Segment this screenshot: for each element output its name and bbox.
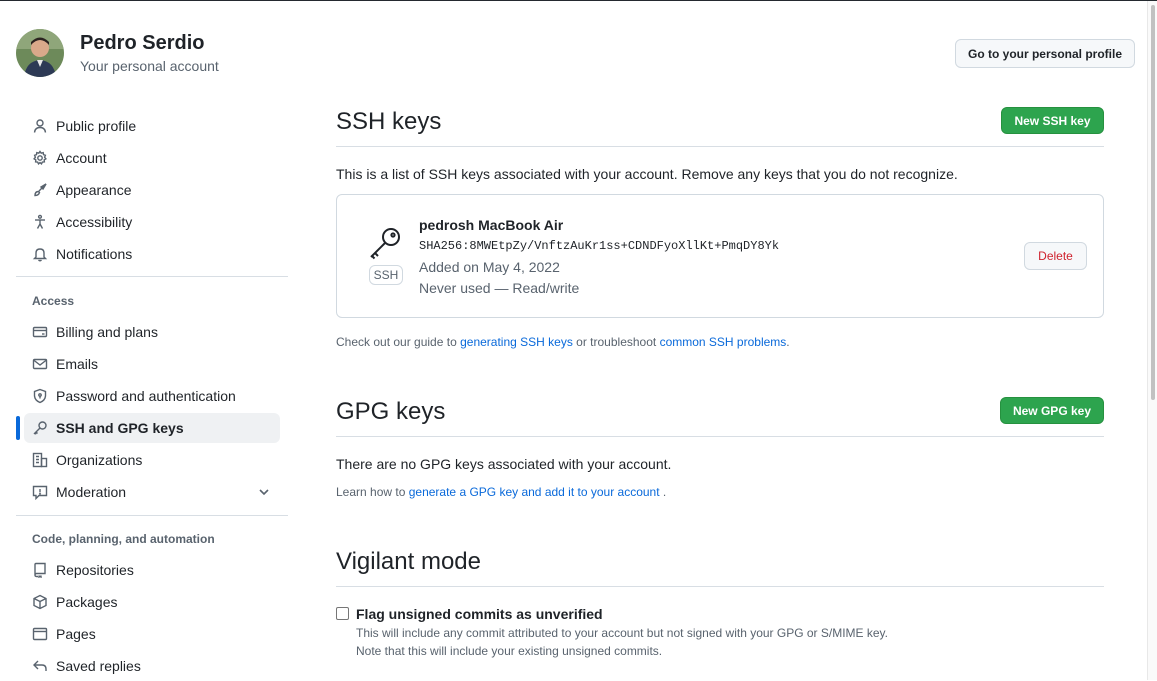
section-divider — [336, 586, 1104, 587]
ssh-key-fingerprint: SHA256:8MWEtpZy/VnftzAuKr1ss+CDNDFyoXllK… — [419, 239, 780, 253]
avatar[interactable] — [16, 29, 64, 77]
shield-lock-icon — [32, 388, 48, 404]
generating-ssh-keys-link[interactable]: generating SSH keys — [460, 335, 573, 349]
ssh-section-title: SSH keys — [336, 108, 442, 135]
ssh-description: This is a list of SSH keys associated wi… — [336, 166, 958, 182]
key-icon — [32, 420, 48, 436]
ssh-key-added-date: Added on May 4, 2022 — [419, 259, 560, 275]
report-icon — [32, 484, 48, 500]
gpg-section-title: GPG keys — [336, 398, 446, 425]
sidebar-item-label: Billing and plans — [56, 324, 158, 340]
gear-icon — [32, 150, 48, 166]
accessibility-icon — [32, 214, 48, 230]
person-icon — [32, 118, 48, 134]
ssh-key-usage: Never used — Read/write — [419, 280, 580, 296]
sidebar-item-account[interactable]: Account — [24, 143, 280, 173]
reply-icon — [32, 658, 48, 674]
repo-icon — [32, 562, 48, 578]
sidebar-item-appearance[interactable]: Appearance — [24, 175, 280, 205]
new-gpg-key-button[interactable]: New GPG key — [1000, 397, 1104, 424]
sidebar-item-ssh-gpg-keys[interactable]: SSH and GPG keys — [24, 413, 280, 443]
sidebar-item-label: Public profile — [56, 118, 137, 134]
sidebar-item-accessibility[interactable]: Accessibility — [24, 207, 280, 237]
sidebar-item-moderation[interactable]: Moderation — [24, 477, 280, 507]
ssh-key-name: pedrosh MacBook Air — [419, 217, 564, 233]
common-ssh-problems-link[interactable]: common SSH problems — [660, 335, 787, 349]
mail-icon — [32, 356, 48, 372]
sidebar-item-label: Notifications — [56, 246, 133, 262]
active-indicator — [16, 416, 20, 440]
sidebar-item-label: Repositories — [56, 562, 134, 578]
sidebar-item-repositories[interactable]: Repositories — [24, 555, 280, 585]
sidebar-item-label: Moderation — [56, 484, 127, 500]
bell-icon — [32, 246, 48, 262]
sidebar-item-billing[interactable]: Billing and plans — [24, 317, 280, 347]
package-icon — [32, 594, 48, 610]
sidebar-item-public-profile[interactable]: Public profile — [24, 111, 280, 141]
sidebar-item-label: Password and authentication — [56, 388, 236, 404]
section-divider — [336, 146, 1104, 147]
sidebar-item-pages[interactable]: Pages — [24, 619, 280, 649]
browser-icon — [32, 626, 48, 642]
ssh-badge: SSH — [369, 265, 403, 285]
section-divider — [336, 436, 1104, 437]
vigilant-note: This will include any commit attributed … — [356, 626, 889, 640]
sidebar-item-label: Account — [56, 150, 107, 166]
vigilant-section-title: Vigilant mode — [336, 548, 481, 575]
gpg-learn-text: Learn how to generate a GPG key and add … — [336, 485, 667, 499]
sidebar-item-label: Packages — [56, 594, 118, 610]
sidebar-item-organizations[interactable]: Organizations — [24, 445, 280, 475]
flag-unsigned-commits-checkbox[interactable] — [336, 607, 349, 620]
paintbrush-icon — [32, 182, 48, 198]
organization-icon — [32, 452, 48, 468]
sidebar-item-label: Accessibility — [56, 214, 133, 230]
chevron-down-icon[interactable] — [256, 484, 272, 500]
flag-unsigned-commits-label[interactable]: Flag unsigned commits as unverified — [356, 606, 603, 622]
sidebar-item-label: Saved replies — [56, 658, 141, 674]
sidebar-divider — [16, 276, 288, 277]
generate-gpg-key-link[interactable]: generate a GPG key and add it to your ac… — [409, 485, 660, 499]
sidebar-item-notifications[interactable]: Notifications — [24, 239, 280, 269]
credit-card-icon — [32, 324, 48, 340]
account-name: Pedro Serdio — [80, 32, 205, 54]
sidebar-item-packages[interactable]: Packages — [24, 587, 280, 617]
delete-ssh-key-button[interactable]: Delete — [1024, 242, 1087, 270]
sidebar-group-code: Code, planning, and automation — [32, 532, 215, 546]
ssh-key-card — [336, 194, 1104, 318]
vigilant-note: Note that this will include your existin… — [356, 644, 663, 658]
account-subtitle: Your personal account — [80, 58, 219, 74]
sidebar-item-label: Appearance — [56, 182, 132, 198]
sidebar-divider — [16, 515, 288, 516]
scrollbar-thumb[interactable] — [1151, 5, 1155, 400]
sidebar-group-access: Access — [32, 294, 75, 308]
go-to-profile-button[interactable]: Go to your personal profile — [955, 39, 1135, 68]
gpg-empty-text: There are no GPG keys associated with yo… — [336, 456, 672, 472]
sidebar-item-saved-replies[interactable]: Saved replies — [24, 651, 280, 681]
sidebar-item-emails[interactable]: Emails — [24, 349, 280, 379]
sidebar-item-label: Pages — [56, 626, 96, 642]
new-ssh-key-button[interactable]: New SSH key — [1001, 107, 1104, 134]
sidebar-item-label: Emails — [56, 356, 99, 372]
sidebar-item-label: SSH and GPG keys — [56, 420, 184, 436]
ssh-guide-text: Check out our guide to generating SSH ke… — [336, 335, 790, 349]
sidebar-item-password[interactable]: Password and authentication — [24, 381, 280, 411]
key-icon — [368, 225, 404, 266]
sidebar-item-label: Organizations — [56, 452, 143, 468]
